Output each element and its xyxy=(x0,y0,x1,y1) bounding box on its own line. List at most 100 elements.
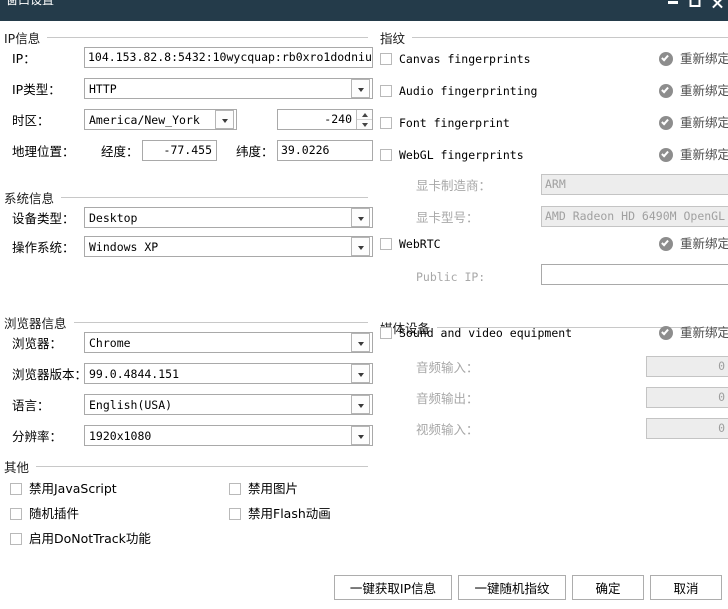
section-title-ip: IP信息 xyxy=(4,31,41,46)
random-fingerprint-button[interactable]: 一键随机指纹 xyxy=(458,575,566,600)
checkbox-label: 禁用图片 xyxy=(248,481,299,496)
checkbox-box xyxy=(380,327,392,339)
chevron-down-icon xyxy=(351,426,370,445)
section-header-other: 其他 xyxy=(4,457,368,476)
maximize-icon xyxy=(689,0,701,7)
section-header-system: 系统信息 xyxy=(4,188,368,207)
checkbox-box xyxy=(380,117,392,129)
close-button[interactable] xyxy=(706,0,728,21)
chevron-down-icon xyxy=(351,237,370,256)
chevron-down-icon xyxy=(351,395,370,414)
longitude-label: 经度： xyxy=(101,144,139,159)
checkbox-box xyxy=(380,85,392,97)
checkbox-webgl-fingerprints[interactable]: WebGL fingerprints xyxy=(380,148,524,162)
rebind-label: 重新绑定 xyxy=(680,236,728,251)
section-title-browser: 浏览器信息 xyxy=(4,316,67,331)
resolution-value: 1920x1080 xyxy=(89,428,152,443)
checkbox-box xyxy=(229,483,241,495)
audio-output-stepper: 0 xyxy=(646,387,728,408)
ip-input[interactable]: 104.153.82.8:5432:10wycquap:rb0xro1dodni… xyxy=(84,47,373,68)
checkbox-box xyxy=(10,483,22,495)
checkbox-label: Canvas fingerprints xyxy=(399,52,531,66)
checkbox-audio-fingerprinting[interactable]: Audio fingerprinting xyxy=(380,84,537,98)
dialog-content: IP信息 IP： 104.153.82.8:5432:10wycquap:rb0… xyxy=(0,21,728,609)
checkbox-label: 禁用Flash动画 xyxy=(248,506,331,521)
timezone-select[interactable]: America/New_York xyxy=(84,109,237,130)
rebind-audio-button[interactable]: 重新绑定 xyxy=(659,84,728,98)
browser-version-label: 浏览器版本： xyxy=(12,367,88,382)
checkbox-sound-video-equipment[interactable]: Sound and video equipment xyxy=(380,326,572,340)
rebind-font-button[interactable]: 重新绑定 xyxy=(659,116,728,130)
checkbox-label: Font fingerprint xyxy=(399,116,510,130)
audio-input-stepper: 0 xyxy=(646,356,728,377)
rebind-label: 重新绑定 xyxy=(680,115,728,130)
checkbox-webrtc[interactable]: WebRTC xyxy=(380,237,441,251)
rebind-webgl-button[interactable]: 重新绑定 xyxy=(659,148,728,162)
gpu-vendor-label: 显卡制造商： xyxy=(416,178,492,193)
checkbox-random-plugins[interactable]: 随机插件 xyxy=(10,507,79,521)
checkbox-donottrack[interactable]: 启用DoNotTrack功能 xyxy=(10,532,151,546)
checkbox-canvas-fingerprints[interactable]: Canvas fingerprints xyxy=(380,52,531,66)
rebind-label: 重新绑定 xyxy=(680,325,728,340)
checkbox-label: WebGL fingerprints xyxy=(399,148,524,162)
ok-button[interactable]: 确定 xyxy=(572,575,644,600)
checkbox-font-fingerprint[interactable]: Font fingerprint xyxy=(380,116,510,130)
browser-version-select[interactable]: 99.0.4844.151 xyxy=(84,363,373,384)
audio-output-value: 0 xyxy=(718,390,725,404)
rebind-canvas-button[interactable]: 重新绑定 xyxy=(659,52,728,66)
rebind-webrtc-button[interactable]: 重新绑定 xyxy=(659,237,728,251)
public-ip-label: Public IP: xyxy=(416,270,486,284)
ip-type-value: HTTP xyxy=(89,81,117,96)
checkbox-box xyxy=(10,508,22,520)
ip-type-select[interactable]: HTTP xyxy=(84,78,373,99)
timezone-offset-stepper[interactable]: -240 xyxy=(277,109,373,130)
checkbox-label: WebRTC xyxy=(399,237,441,251)
checkbox-disable-javascript[interactable]: 禁用JavaScript xyxy=(10,482,117,496)
public-ip-input[interactable] xyxy=(541,264,728,285)
os-select[interactable]: Windows XP xyxy=(84,236,373,257)
title-bar: 窗口设置 xyxy=(0,0,728,21)
section-rule-browser xyxy=(73,322,368,323)
window-title: 窗口设置 xyxy=(6,0,55,7)
rebind-label: 重新绑定 xyxy=(680,83,728,98)
checkbox-box xyxy=(380,149,392,161)
check-circle-icon xyxy=(659,148,673,162)
checkbox-disable-images[interactable]: 禁用图片 xyxy=(229,482,298,496)
timezone-offset-value: -240 xyxy=(324,112,352,126)
stepper-up-icon[interactable] xyxy=(357,110,372,120)
check-circle-icon xyxy=(659,84,673,98)
checkbox-box xyxy=(380,53,392,65)
stepper-down-icon[interactable] xyxy=(357,120,372,129)
audio-output-label: 音频输出： xyxy=(416,391,479,406)
cancel-button[interactable]: 取消 xyxy=(650,575,722,600)
check-circle-icon xyxy=(659,116,673,130)
section-title-fingerprint: 指纹 xyxy=(380,31,406,46)
checkbox-box xyxy=(10,533,22,545)
device-type-select[interactable]: Desktop xyxy=(84,207,373,228)
stepper-buttons[interactable] xyxy=(356,110,372,129)
checkbox-disable-flash[interactable]: 禁用Flash动画 xyxy=(229,507,331,521)
section-title-system: 系统信息 xyxy=(4,191,55,206)
maximize-button[interactable] xyxy=(684,0,706,21)
section-rule-other xyxy=(36,466,368,467)
language-select[interactable]: English(USA) xyxy=(84,394,373,415)
video-input-label: 视频输入： xyxy=(416,422,479,437)
minimize-button[interactable] xyxy=(662,0,684,21)
checkbox-label: Sound and video equipment xyxy=(399,326,573,340)
chevron-down-icon xyxy=(351,208,370,227)
section-rule-system xyxy=(61,197,368,198)
get-ip-info-button[interactable]: 一键获取IP信息 xyxy=(334,575,452,600)
check-circle-icon xyxy=(659,237,673,251)
checkbox-label: 启用DoNotTrack功能 xyxy=(29,531,151,546)
section-rule-fingerprint xyxy=(412,37,728,38)
latitude-input[interactable]: 39.0226 xyxy=(277,140,373,161)
language-label: 语言： xyxy=(12,398,50,413)
rebind-media-button[interactable]: 重新绑定 xyxy=(659,326,728,340)
rebind-label: 重新绑定 xyxy=(680,147,728,162)
check-circle-icon xyxy=(659,52,673,66)
longitude-input[interactable]: -77.455 xyxy=(142,140,217,161)
gpu-model-input: AMD Radeon HD 6490M OpenGL E xyxy=(541,206,728,227)
checkbox-label: Audio fingerprinting xyxy=(399,84,538,98)
browser-select[interactable]: Chrome xyxy=(84,332,373,353)
resolution-select[interactable]: 1920x1080 xyxy=(84,425,373,446)
